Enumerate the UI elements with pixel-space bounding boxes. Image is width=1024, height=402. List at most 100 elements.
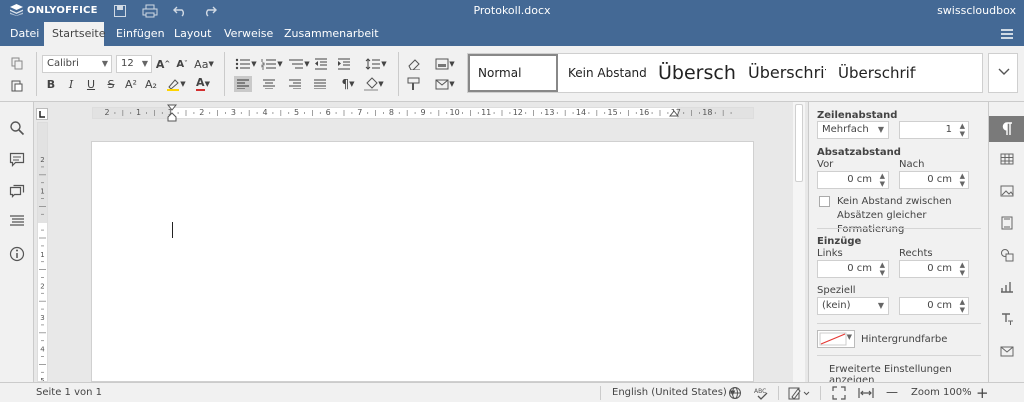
fit-to-width-icon[interactable] (858, 386, 874, 400)
paste-icon[interactable] (10, 78, 24, 92)
mail-merge-button[interactable]: ▼ (432, 76, 458, 92)
color-scheme-button[interactable]: ▼ (432, 56, 458, 72)
increase-font-button[interactable]: A ^ (156, 56, 170, 72)
spacing-before-input[interactable]: 0 cm ▲ ▼ (817, 171, 889, 189)
bullet-list-button[interactable]: ▼ (234, 56, 258, 72)
line-spacing-button[interactable]: ▼ (364, 56, 388, 72)
tab-bar: Datei Startseite Einfügen Layout Verweis… (0, 22, 1024, 46)
special-indent-select[interactable]: (kein) ▼ (817, 297, 889, 315)
subscript-button[interactable]: A₂ (143, 76, 159, 92)
line-spacing-mode-value: Mehrfach (822, 124, 869, 135)
chat-icon[interactable] (9, 184, 25, 200)
tab-einfuegen[interactable]: Einfügen (108, 22, 173, 46)
info-icon[interactable] (9, 246, 25, 262)
highlight-color-button[interactable]: ▼ (165, 76, 187, 92)
image-settings-icon[interactable] (989, 178, 1024, 204)
right-indent-marker[interactable] (669, 110, 679, 118)
color-scheme-icon (435, 58, 449, 70)
numbered-list-button[interactable]: ▼ (260, 56, 284, 72)
search-icon[interactable] (9, 120, 25, 136)
fit-to-page-icon[interactable] (832, 386, 846, 400)
tab-startseite[interactable]: Startseite (44, 22, 106, 46)
ruler-margin-top (38, 123, 47, 223)
first-line-indent-marker[interactable] (167, 104, 177, 112)
zoom-level[interactable]: Zoom 100% (911, 387, 972, 398)
change-case-label: Aa (194, 57, 209, 71)
globe-icon[interactable] (728, 386, 742, 400)
justify-button[interactable] (311, 76, 329, 92)
tab-zusammenarbeit[interactable]: Zusammenarbeit (276, 22, 387, 46)
zoom-in-button[interactable]: + (976, 384, 989, 402)
align-left-button[interactable] (234, 76, 252, 92)
left-sidebar (0, 102, 34, 382)
increase-indent-button[interactable] (337, 56, 351, 72)
document-page[interactable] (91, 141, 754, 382)
ruler-label: 2 (104, 108, 110, 117)
header-footer-icon[interactable] (989, 210, 1024, 236)
paragraph-shading-button[interactable]: ▼ (362, 76, 386, 92)
language-select[interactable]: English (United States)▼ (612, 387, 735, 398)
italic-button[interactable]: I (64, 76, 78, 92)
mail-merge-settings-icon[interactable] (989, 338, 1024, 364)
navigation-icon[interactable] (9, 214, 25, 228)
spacing-after-input[interactable]: 0 cm ▲ ▼ (899, 171, 969, 189)
copy-icon[interactable] (10, 56, 24, 70)
font-name-select[interactable]: Calibri ▼ (42, 55, 112, 73)
paragraph-settings-icon[interactable] (989, 116, 1024, 142)
underline-button[interactable]: U (84, 76, 98, 92)
ruler-label: 1 (40, 188, 44, 196)
decrease-indent-button[interactable] (314, 56, 328, 72)
user-name[interactable]: swisscloudbox (937, 4, 1016, 17)
styles-expand-button[interactable] (988, 53, 1018, 93)
font-color-button[interactable]: A ▼ (192, 76, 214, 92)
strikethrough-button[interactable]: S (104, 76, 118, 92)
special-indent-amount-input[interactable]: 0 cm ▲ ▼ (899, 297, 969, 315)
clear-style-button[interactable] (406, 56, 422, 72)
separator (398, 52, 399, 96)
line-spacing-icon (365, 58, 381, 70)
style-heading-3[interactable]: Überschrift 3 (830, 54, 916, 92)
spellcheck-icon[interactable]: ABC (754, 386, 770, 400)
multilevel-list-button[interactable]: ▼ (287, 56, 311, 72)
style-heading-2[interactable]: Überschrift 2 (740, 54, 826, 92)
hamburger-menu-icon[interactable] (1000, 28, 1014, 40)
zoom-out-button[interactable]: — (886, 385, 898, 399)
style-normal[interactable]: Normal (468, 54, 558, 92)
right-indent-input[interactable]: 0 cm ▲ ▼ (899, 260, 969, 278)
table-settings-icon[interactable] (989, 146, 1024, 172)
line-spacing-value-input[interactable]: 1 ▲ ▼ (899, 121, 969, 139)
decrease-indent-icon (315, 58, 327, 70)
background-color-picker[interactable]: ▼ (817, 330, 855, 348)
bold-button[interactable]: B (44, 76, 58, 92)
vertical-scrollbar[interactable] (793, 102, 805, 382)
line-spacing-mode-select[interactable]: Mehrfach ▼ (817, 121, 889, 139)
font-size-select[interactable]: 12 ▼ (116, 55, 152, 73)
copy-style-button[interactable] (406, 76, 422, 92)
left-indent-input[interactable]: 0 cm ▲ ▼ (817, 260, 889, 278)
comments-icon[interactable] (9, 152, 25, 168)
horizontal-ruler[interactable]: 21123456789101112131415161718 (92, 104, 754, 122)
after-label: Nach (899, 159, 925, 170)
scrollbar-thumb[interactable] (795, 104, 803, 182)
style-heading-1[interactable]: Überschrift 1 (650, 54, 736, 92)
tab-layout[interactable]: Layout (166, 22, 219, 46)
align-center-button[interactable] (260, 76, 278, 92)
change-case-button[interactable]: Aa ▼ (193, 56, 215, 72)
chart-settings-icon[interactable] (989, 274, 1024, 300)
ruler-label: 14 (575, 108, 587, 117)
decrease-font-button[interactable]: Aˇ (175, 56, 189, 72)
tab-verweise[interactable]: Verweise (216, 22, 281, 46)
align-right-button[interactable] (286, 76, 304, 92)
superscript-button[interactable]: A² (123, 76, 139, 92)
ruler-label: 1 (40, 251, 44, 259)
left-indent-marker[interactable] (167, 112, 177, 122)
no-space-checkbox[interactable] (819, 196, 830, 207)
track-changes-icon[interactable] (788, 386, 810, 400)
text-art-icon[interactable] (989, 306, 1024, 332)
tab-stop-selector[interactable] (36, 108, 48, 120)
style-kein-abstand[interactable]: Kein Abstand (560, 54, 646, 92)
tab-datei[interactable]: Datei (2, 22, 47, 46)
vertical-ruler[interactable]: 2 1 1 2 3 4 5 (37, 122, 48, 382)
nonprinting-chars-button[interactable]: ¶ ▼ (337, 76, 359, 92)
shape-settings-icon[interactable] (989, 242, 1024, 268)
